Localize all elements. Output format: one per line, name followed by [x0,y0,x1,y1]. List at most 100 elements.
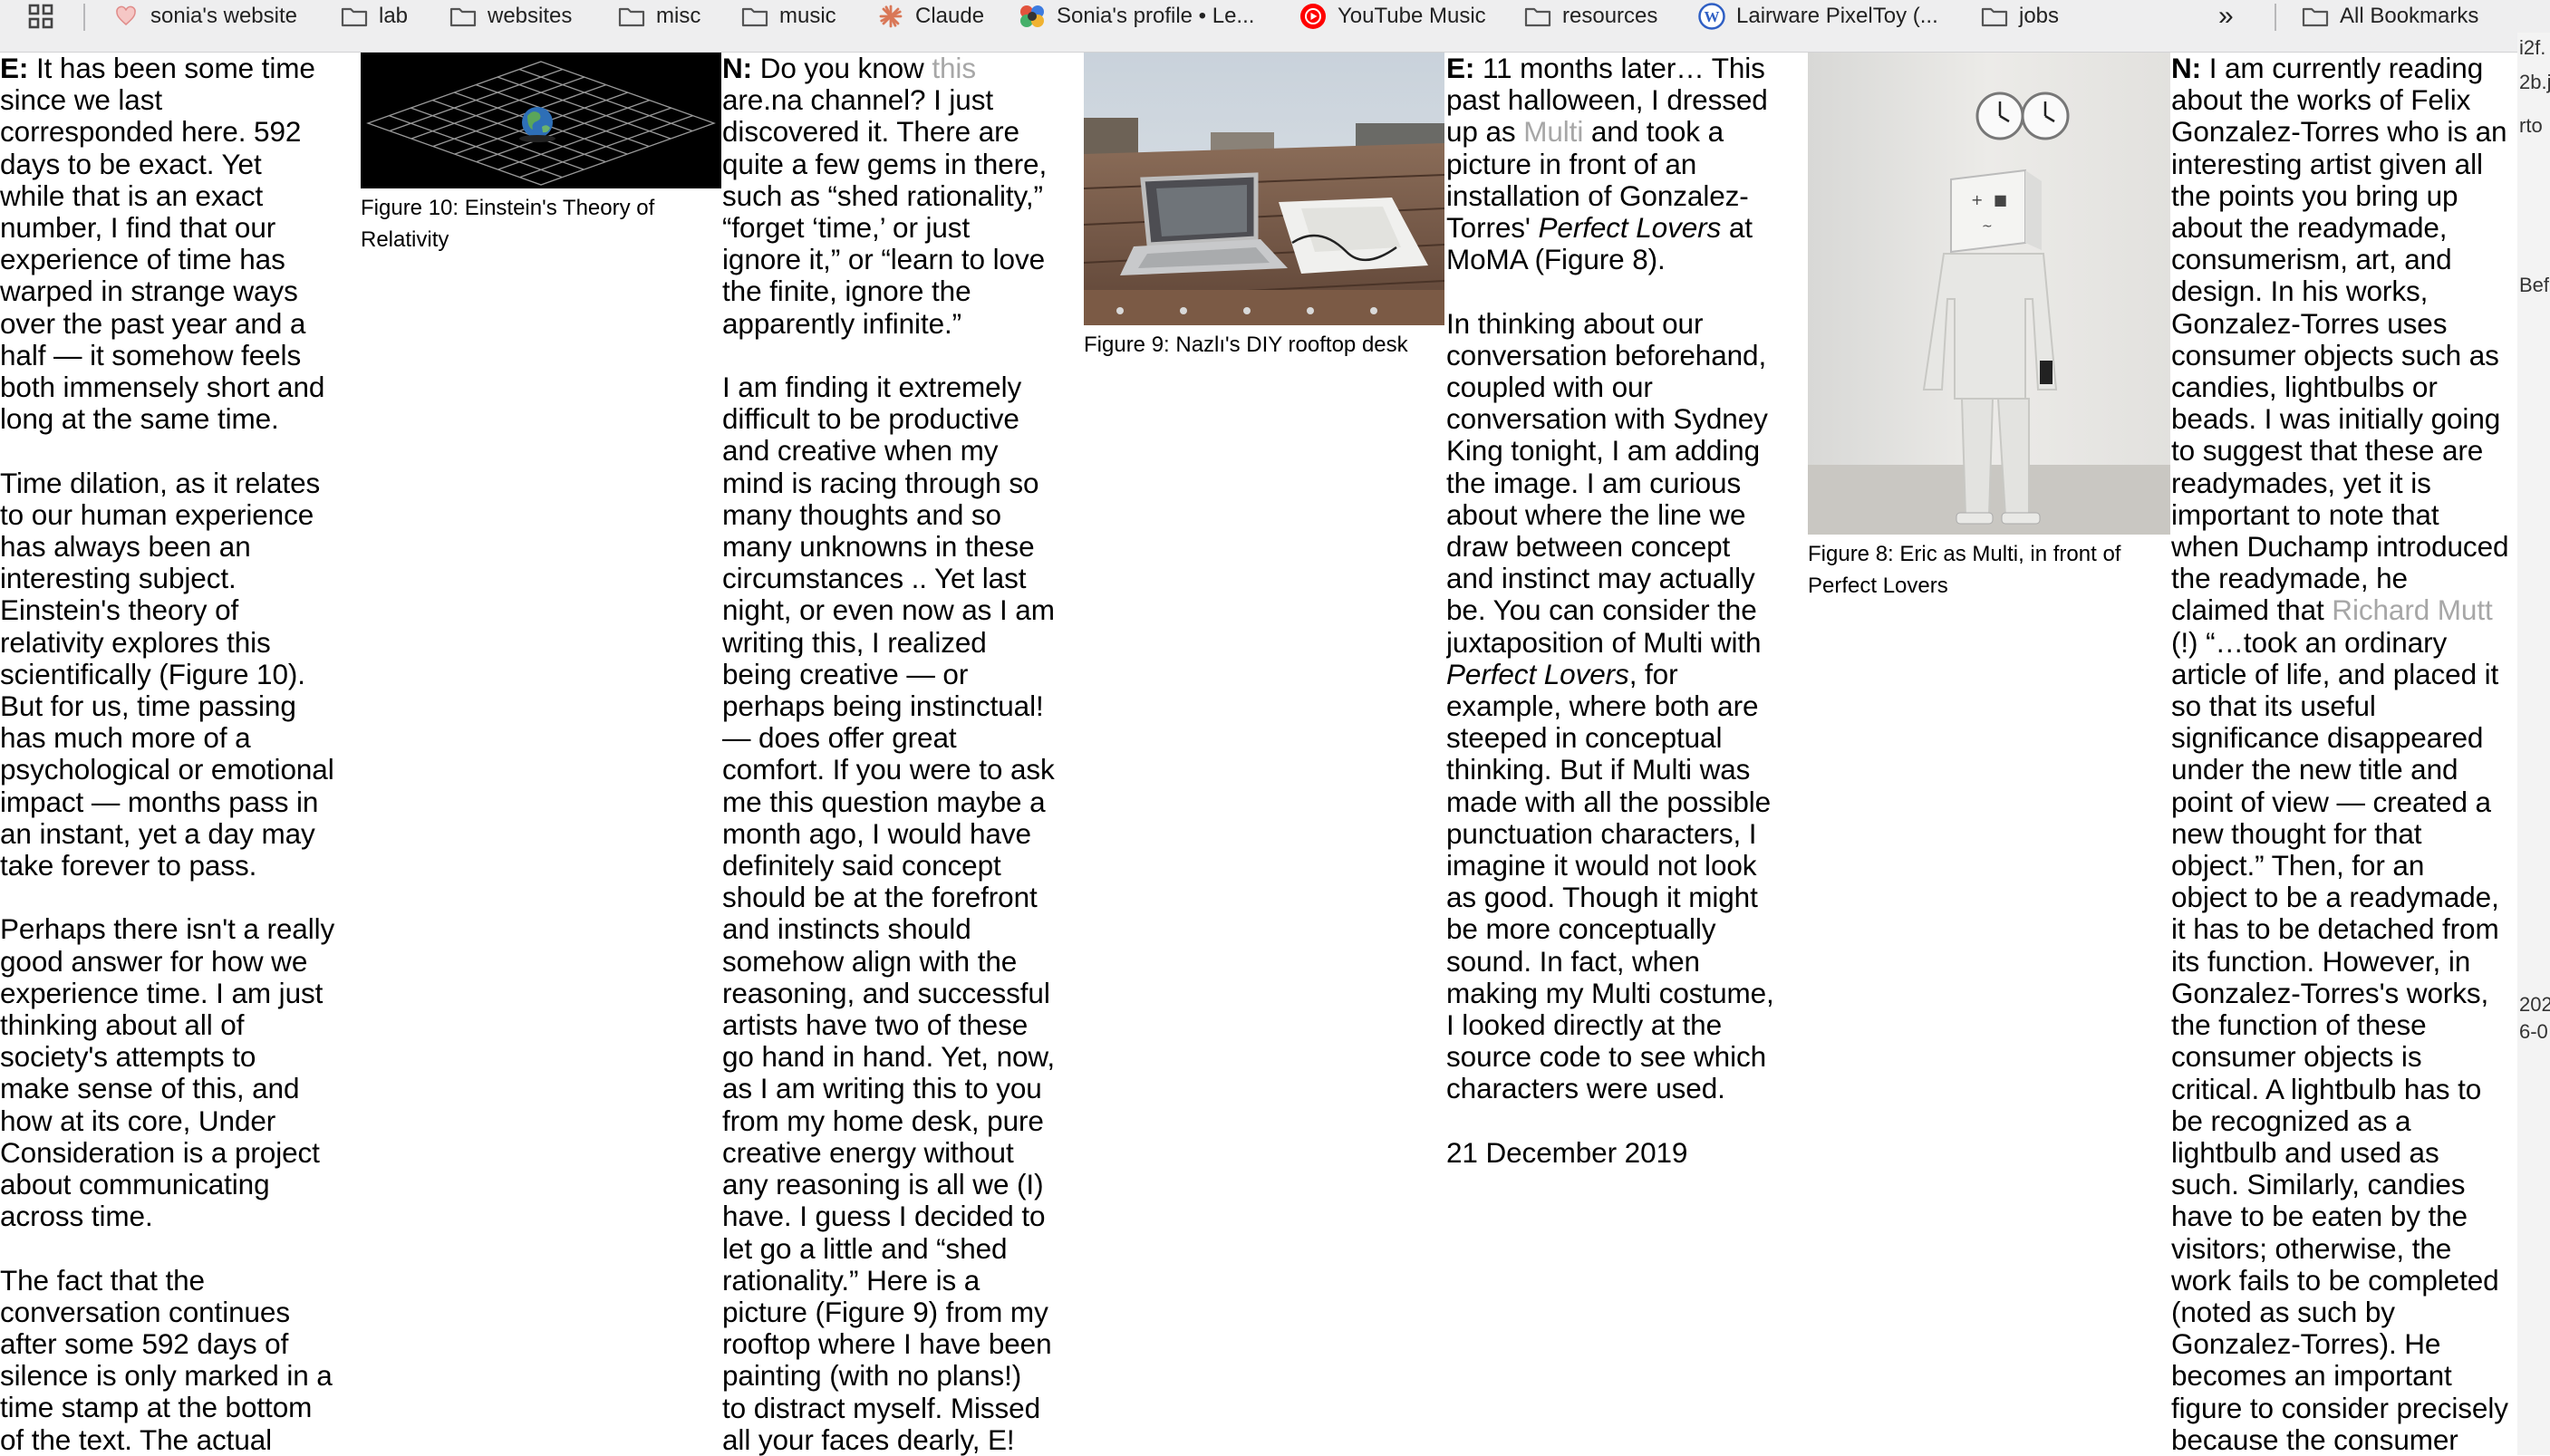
bookmark-label: Lairware PixelToy (... [1736,4,1938,28]
caption-line: Figure 10: Einstein's Theory of [361,196,655,220]
text-line: number, I find that our [0,211,276,245]
bookmarks-overflow-button[interactable]: » [2218,0,2234,33]
text-line: good answer for how we [0,944,308,978]
text-line: In thinking about our [1446,306,1704,340]
all-bookmarks-button[interactable]: All Bookmarks [2302,0,2478,33]
text-line: days to be exact. Yet [0,147,262,180]
text-line: be more conceptually [1446,912,1716,946]
text-line: object.” Then, for an [2171,849,2425,882]
text-line: it has to be detached from [2171,912,2499,946]
bookmark-label: misc [656,4,701,28]
bookmark-folder-lab[interactable]: lab [341,0,408,33]
text-line: quite a few gems in there, [722,147,1048,180]
entry-date: 21 December 2019 [1446,1135,1688,1169]
text-fragment: I am currently reading [2201,53,2484,84]
text-line: writing this, I realized [722,625,987,659]
text-line: — does offer great [722,721,957,755]
text-line: has much more of a [0,721,251,755]
text-line: The fact that the [0,1263,205,1297]
text-line: be recognized as a [2171,1104,2411,1137]
caption-line: Perfect Lovers [1808,574,1948,598]
text-line: lightbulb and used as [2171,1135,2439,1169]
text-line: becomes an important [2171,1359,2452,1393]
text-line: point of view — created a [2171,785,2491,818]
speaker-label: E: [1446,53,1475,84]
text-line: society's attempts to [0,1040,256,1074]
text-line: I looked directly at the [1446,1008,1723,1042]
text-line: both immensely short and [0,371,325,404]
bookmark-folder-jobs[interactable]: jobs [1981,0,2059,33]
text-line: many thoughts and so [722,497,1001,531]
bookmark-label: Claude [915,4,985,28]
text-line: let go a little and “shed [722,1231,1008,1265]
text-line: the points you bring up [2171,178,2458,212]
paragraph: In thinking about our conversation befor… [1446,306,1809,1105]
text-line: Gonzalez-Torres who is an [2171,115,2507,149]
paragraph: The fact that the conversation continues… [0,1263,362,1456]
text-line: scientifically (Figure 10). [0,657,305,690]
text-line: take forever to pass. [0,849,257,882]
apps-grid-icon[interactable] [27,0,54,33]
paragraph: N: I am currently reading about the work… [2171,53,2517,1456]
text-line: picture in front of an [1446,147,1697,180]
folder-icon [2302,3,2329,30]
bookmark-folder-resources[interactable]: resources [1524,0,1657,33]
text-line: over the past year and a [0,306,306,340]
text-line: King tonight, I am adding [1446,434,1760,468]
text-line: figure to consider precisely [2171,1391,2508,1424]
text-line: reasoning, and successful [722,976,1050,1009]
bookmark-claude[interactable]: Claude [877,0,984,33]
text-fragment: Do you know [752,53,932,84]
folder-icon [449,3,477,30]
multi-link[interactable]: Multi [1523,115,1583,148]
folder-icon [618,3,645,30]
text-line: MoMA (Figure 8). [1446,243,1666,276]
entry-e-column-1: E: It has been some time since we last c… [0,53,362,1456]
text-line: corresponded here. 592 [0,115,302,149]
text-line: discovered it. There are [722,115,1019,149]
text-line: after some 592 days of [0,1327,289,1361]
richard-mutt-link[interactable]: Richard Mutt [2332,593,2492,626]
text-line: relativity explores this [0,625,271,659]
text-line: up as Multi and took a [1446,116,1809,148]
text-line: difficult to be productive [722,402,1019,436]
bookmark-sonias-website[interactable]: sonia's website [112,0,297,33]
bookmark-label: YouTube Music [1338,4,1486,28]
edge-text: i2f. [2519,36,2546,59]
text-line: (!) “…took an ordinary [2171,625,2448,659]
text-line: all your faces dearly, E! [722,1422,1015,1456]
bookmarks-separator [83,4,85,31]
text-line: interesting subject. [0,562,237,595]
bookmark-folder-misc[interactable]: misc [618,0,700,33]
text-line: about the readymade, [2171,211,2448,245]
text-line: being creative — or [722,657,969,690]
youtube-music-icon [1299,3,1327,30]
text-line: are.na channel? I just [722,83,994,117]
figure-8: + ■ ~ Figure 8: Eric as Multi, in front … [1808,53,2170,602]
text-line: source code to see which [1446,1040,1767,1074]
text-line: conversation beforehand, [1446,338,1767,371]
text-line: since we last [0,83,163,117]
text-line: conversation continues [0,1295,290,1328]
bookmark-folder-music[interactable]: music [741,0,836,33]
text-line: long at the same time. [0,402,279,436]
text-line: from my home desk, pure [722,1104,1044,1137]
text-line: interesting artist given all [2171,147,2483,180]
speaker-label: E: [0,53,29,84]
bookmark-sonias-profile[interactable]: Sonia's profile • Le... [1019,0,1254,33]
text-line: visitors; otherwise, the [2171,1231,2452,1265]
text-line: beads. I was initially going [2171,402,2501,436]
bookmark-folder-websites[interactable]: websites [449,0,572,33]
text-line: imagine it would not look [1446,849,1757,882]
text-line: definitely said concept [722,849,1001,882]
svg-text:~: ~ [1982,219,1993,234]
text-line: experience of time has [0,243,285,276]
text-line: should be at the forefront [722,881,1038,914]
text-line: I am finding it extremely [722,371,1022,404]
paragraph: N: Do you know this are.na channel? I ju… [722,53,1085,340]
are-na-channel-link[interactable]: this [932,53,976,84]
text-line: painting (with no plans!) [722,1359,1022,1393]
text-line: E: It has been some time [0,53,362,84]
bookmark-lairware-pixeltoy[interactable]: W Lairware PixelToy (... [1698,0,1938,33]
bookmark-youtube-music[interactable]: YouTube Music [1299,0,1486,33]
